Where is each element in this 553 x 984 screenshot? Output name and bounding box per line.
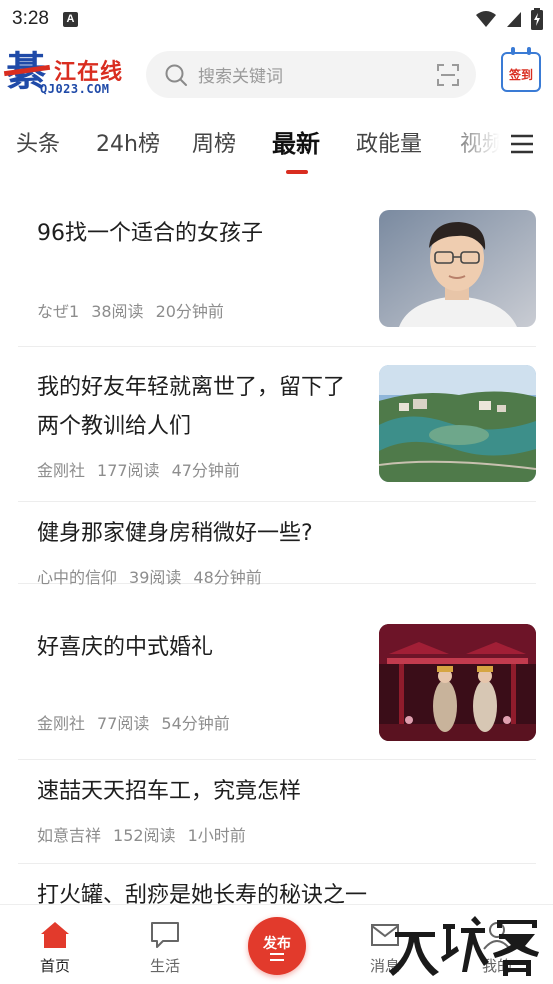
app-header: 綦 江在线 QJ023.COM 搜索关键词 签到 [0, 46, 553, 102]
chat-bubble-icon [151, 922, 179, 948]
article-author: なぜ1 [37, 302, 80, 321]
article-title: 打火罐、刮痧是她长寿的秘诀之一 [37, 883, 368, 904]
article-meta: 如意吉祥 152阅读 1小时前 [37, 822, 258, 846]
category-tabs: 头条 24h榜 周榜 最新 政能量 视频 [0, 112, 553, 176]
home-icon [41, 922, 69, 948]
user-icon [483, 922, 511, 950]
search-icon [165, 64, 187, 86]
nav-home-label: 首页 [39, 957, 70, 975]
publish-label: 发布 [263, 936, 291, 952]
status-icons [475, 8, 543, 30]
article-author: 金刚社 [37, 714, 86, 733]
article-meta: なぜ1 38阅读 20分钟前 [37, 298, 236, 322]
article-title: 速喆天天招车工，究竟怎样 [37, 779, 302, 804]
nav-messages[interactable]: 消息 [350, 919, 420, 976]
nav-messages-label: 消息 [369, 957, 400, 975]
bottom-navigation: 首页 生活 发布 消息 我的 [0, 904, 553, 984]
wifi-icon [476, 11, 496, 27]
article-author: 如意吉祥 [37, 826, 102, 845]
article-reads: 177阅读 [97, 461, 160, 480]
battery-icon [531, 8, 543, 30]
article-time: 20分钟前 [155, 302, 224, 321]
nav-profile[interactable]: 我的 [462, 919, 532, 976]
nav-profile-label: 我的 [481, 957, 512, 975]
menu-icon[interactable] [508, 132, 536, 156]
article-reads: 77阅读 [97, 714, 150, 733]
article-meta: 金刚社 177阅读 47分钟前 [37, 457, 252, 481]
article-author: 金刚社 [37, 461, 86, 480]
mail-icon [371, 924, 399, 946]
article-card[interactable]: 打火罐、刮痧是她长寿的秘诀之一 [18, 864, 536, 904]
article-title: 健身那家健身房稍微好一些? [37, 521, 313, 546]
article-card[interactable]: 好喜庆的中式婚礼 金刚社 77阅读 54分钟前 [18, 620, 536, 760]
tab-latest[interactable]: 最新 [272, 124, 320, 159]
article-title: 好喜庆的中式婚礼 [37, 635, 214, 660]
search-input[interactable]: 搜索关键词 [146, 51, 476, 98]
article-reads: 152阅读 [113, 826, 176, 845]
article-card[interactable]: 速喆天天招车工，究竟怎样 如意吉祥 152阅读 1小时前 [18, 760, 536, 864]
tab-24h-rank[interactable]: 24h榜 [96, 126, 160, 158]
nav-home[interactable]: 首页 [20, 919, 90, 976]
logo-url: QJ023.COM [40, 82, 110, 96]
tab-fade [440, 112, 510, 176]
article-card[interactable]: 96找一个适合的女孩子 なぜ1 38阅读 20分钟前 [18, 190, 536, 347]
article-time: 48分钟前 [193, 568, 262, 587]
tab-positive-energy[interactable]: 政能量 [356, 126, 422, 158]
tab-weekly-rank[interactable]: 周榜 [192, 126, 236, 158]
nav-life[interactable]: 生活 [130, 919, 200, 976]
article-card[interactable]: 健身那家健身房稍微好一些? 心中的信仰 39阅读 48分钟前 [18, 502, 536, 587]
article-thumbnail-aerial [379, 365, 536, 482]
publish-lines-icon [270, 953, 284, 961]
article-title: 96找一个适合的女孩子 [37, 221, 263, 246]
article-author: 心中的信仰 [37, 568, 118, 587]
article-title: 我的好友年轻就离世了，留下了两个教训给人们 [37, 375, 346, 439]
article-reads: 38阅读 [91, 302, 144, 321]
article-time: 47分钟前 [171, 461, 240, 480]
nav-life-label: 生活 [149, 957, 180, 975]
article-time: 1小时前 [187, 826, 246, 845]
article-card[interactable]: 我的好友年轻就离世了，留下了两个教训给人们 金刚社 177阅读 47分钟前 [18, 347, 536, 502]
article-feed: 96找一个适合的女孩子 なぜ1 38阅读 20分钟前 我的好友年轻就离世了，留下了两… [0, 190, 553, 904]
scan-icon[interactable] [436, 63, 460, 87]
active-tab-indicator [286, 170, 308, 174]
signin-label: 签到 [508, 68, 533, 82]
status-bar: 3:28 A [0, 0, 553, 38]
site-logo[interactable]: 綦 江在线 QJ023.COM [6, 50, 130, 98]
article-meta: 金刚社 77阅读 54分钟前 [37, 710, 242, 734]
search-placeholder: 搜索关键词 [198, 67, 283, 87]
article-thumbnail-portrait [379, 210, 536, 327]
article-thumbnail-wedding [379, 624, 536, 741]
status-time: 3:28 [12, 8, 49, 29]
tab-toutiao[interactable]: 头条 [16, 126, 60, 158]
cellular-signal-icon [507, 12, 521, 27]
publish-button[interactable]: 发布 [248, 917, 306, 975]
notification-a-icon: A [62, 11, 78, 27]
article-reads: 39阅读 [129, 568, 182, 587]
signin-button[interactable]: 签到 [501, 47, 541, 92]
article-time: 54分钟前 [161, 714, 230, 733]
article-meta: 心中的信仰 39阅读 48分钟前 [37, 564, 274, 588]
